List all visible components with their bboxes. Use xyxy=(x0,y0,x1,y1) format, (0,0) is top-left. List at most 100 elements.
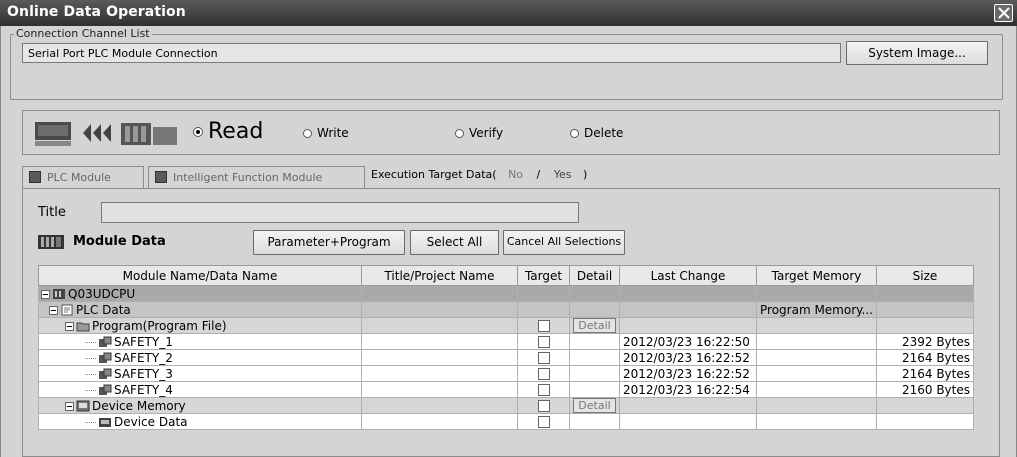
row-detail-cell xyxy=(569,365,620,382)
row-name-cell[interactable]: SAFETY_4 xyxy=(38,381,362,398)
row-target-memory-cell xyxy=(756,413,877,430)
title-label: Title xyxy=(38,205,66,220)
window-titlebar: Online Data Operation xyxy=(0,0,1017,26)
row-target-cell xyxy=(517,349,570,366)
plc-data-icon xyxy=(60,304,74,316)
row-detail-cell xyxy=(569,301,620,318)
parameter-program-button[interactable]: Parameter+Program xyxy=(253,230,405,255)
write-radio[interactable]: Write xyxy=(303,126,349,140)
row-name-label: Device Memory xyxy=(92,398,186,413)
table-header-row: Module Name/Data Name Title/Project Name… xyxy=(38,265,974,286)
table-row[interactable]: Program(Program File) Detail xyxy=(38,317,974,334)
target-checkbox[interactable] xyxy=(537,383,550,396)
collapse-icon[interactable] xyxy=(65,401,74,411)
collapse-icon[interactable] xyxy=(41,289,50,299)
row-title-cell xyxy=(361,285,518,302)
detail-button[interactable]: Detail xyxy=(573,398,616,413)
select-all-button[interactable]: Select All xyxy=(410,230,499,255)
row-name-label: Program(Program File) xyxy=(92,318,227,333)
col-target-memory[interactable]: Target Memory xyxy=(756,265,877,286)
row-name-cell[interactable]: Program(Program File) xyxy=(38,317,362,334)
tree-connector-icon xyxy=(85,357,96,359)
device-memory-icon xyxy=(76,400,90,412)
table-row[interactable]: SAFETY_3 2012/03/23 16:22:52 2164 Bytes xyxy=(38,365,974,382)
row-target-memory-cell xyxy=(756,317,877,334)
module-data-table: Module Name/Data Name Title/Project Name… xyxy=(38,265,974,430)
cancel-all-selections-button[interactable]: Cancel All Selections xyxy=(503,230,625,255)
connection-channel-field: Serial Port PLC Module Connection xyxy=(22,43,841,63)
row-title-cell xyxy=(361,381,518,398)
row-name-label: SAFETY_4 xyxy=(114,382,173,397)
delete-radio[interactable]: Delete xyxy=(570,126,623,140)
verify-radio[interactable]: Verify xyxy=(455,126,503,140)
col-target[interactable]: Target xyxy=(517,265,570,286)
row-target-memory-cell xyxy=(756,397,877,414)
row-name-cell[interactable]: SAFETY_2 xyxy=(38,349,362,366)
row-target-memory-cell xyxy=(756,333,877,350)
row-name-label: SAFETY_2 xyxy=(114,350,173,365)
target-checkbox[interactable] xyxy=(537,399,550,412)
row-last-change-cell xyxy=(619,397,757,414)
row-name-cell[interactable]: SAFETY_3 xyxy=(38,365,362,382)
row-detail-cell xyxy=(569,333,620,350)
table-row[interactable]: PLC Data Program Memory... xyxy=(38,301,974,318)
col-size[interactable]: Size xyxy=(876,265,974,286)
row-name-label: PLC Data xyxy=(76,302,131,317)
row-target-cell xyxy=(517,397,570,414)
row-target-cell xyxy=(517,317,570,334)
table-row[interactable]: SAFETY_2 2012/03/23 16:22:52 2164 Bytes xyxy=(38,349,974,366)
collapse-icon[interactable] xyxy=(49,305,58,315)
row-size-cell xyxy=(876,397,974,414)
row-name-cell[interactable]: PLC Data xyxy=(38,301,362,318)
target-checkbox[interactable] xyxy=(537,351,550,364)
row-size-cell xyxy=(876,285,974,302)
row-name-cell[interactable]: SAFETY_1 xyxy=(38,333,362,350)
table-row[interactable]: Q03UDCPU xyxy=(38,285,974,302)
module-data-header: Module Data xyxy=(73,234,166,249)
row-target-memory-cell[interactable]: Program Memory... xyxy=(756,301,877,318)
tree-connector-icon xyxy=(85,373,96,375)
execution-target-close: ) xyxy=(583,168,588,181)
col-module-name[interactable]: Module Name/Data Name xyxy=(38,265,362,286)
col-detail[interactable]: Detail xyxy=(569,265,620,286)
row-last-change-cell: 2012/03/23 16:22:54 xyxy=(619,381,757,398)
row-name-cell[interactable]: Device Data xyxy=(38,413,362,430)
row-name-cell[interactable]: Q03UDCPU xyxy=(38,285,362,302)
verify-radio-label: Verify xyxy=(469,126,504,140)
row-target-cell xyxy=(517,381,570,398)
row-detail-cell xyxy=(569,381,620,398)
target-checkbox[interactable] xyxy=(537,367,550,380)
target-checkbox[interactable] xyxy=(537,335,550,348)
detail-button[interactable]: Detail xyxy=(573,318,616,333)
row-target-memory-cell xyxy=(756,285,877,302)
table-row[interactable]: SAFETY_4 2012/03/23 16:22:54 2160 Bytes xyxy=(38,381,974,398)
row-name-cell[interactable]: Device Memory xyxy=(38,397,362,414)
close-button[interactable] xyxy=(994,4,1013,22)
collapse-icon[interactable] xyxy=(65,321,74,331)
col-title-project[interactable]: Title/Project Name xyxy=(361,265,518,286)
row-detail-cell xyxy=(569,413,620,430)
program-folder-icon xyxy=(76,320,90,332)
target-checkbox[interactable] xyxy=(537,415,550,428)
row-target-cell xyxy=(517,301,570,318)
title-field[interactable] xyxy=(101,202,579,223)
cpu-icon xyxy=(52,288,66,300)
read-radio[interactable]: Read xyxy=(193,119,263,144)
table-row[interactable]: Device Memory Detail xyxy=(38,397,974,414)
table-row[interactable]: SAFETY_1 2012/03/23 16:22:50 2392 Bytes xyxy=(38,333,974,350)
row-target-cell xyxy=(517,333,570,350)
tab-plc-module[interactable]: PLC Module xyxy=(22,166,144,188)
row-name-label: Device Data xyxy=(114,414,188,429)
row-last-change-cell: 2012/03/23 16:22:50 xyxy=(619,333,757,350)
target-checkbox[interactable] xyxy=(537,319,550,332)
device-data-icon xyxy=(98,416,112,428)
execution-target-yes: Yes xyxy=(553,168,572,181)
table-row[interactable]: Device Data xyxy=(38,413,974,430)
window-title: Online Data Operation xyxy=(7,4,186,20)
col-last-change[interactable]: Last Change xyxy=(619,265,757,286)
row-target-cell xyxy=(517,413,570,430)
tab-intelligent-function-module[interactable]: Intelligent Function Module xyxy=(148,166,365,188)
row-last-change-cell xyxy=(619,317,757,334)
module-data-icon xyxy=(38,235,64,249)
system-image-button[interactable]: System Image... xyxy=(846,41,988,65)
